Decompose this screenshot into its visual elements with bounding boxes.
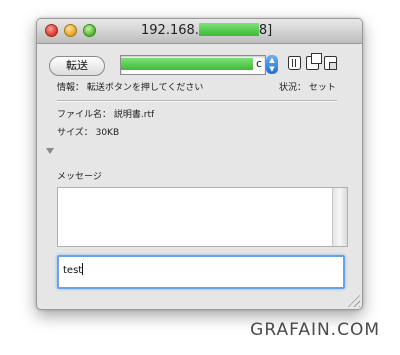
message-label: メッセージ [57,172,102,182]
close-button[interactable] [45,24,58,37]
file-size-row: サイズ： 30KB [57,125,119,138]
file-size-label: サイズ： [57,128,93,138]
window-title-tail: 8] [258,23,273,38]
status-label: 状況： [279,83,307,93]
disclosure-triangle-icon[interactable] [46,148,54,154]
info-row: 情報： 転送ボタンを押してください [57,80,203,93]
zoom-button[interactable] [83,24,96,37]
text-caret [82,263,84,275]
trash-icon[interactable] [288,56,301,70]
window-title: 192.168. 8] [141,23,272,38]
redaction-block [198,23,259,36]
address-field[interactable]: c [120,55,266,75]
copy-icon[interactable] [306,53,322,70]
file-name-label: ファイル名： [57,110,112,120]
watermark-logo: GRAFAIN.COM [250,320,380,340]
minimize-button[interactable] [64,24,77,37]
message-log-scrollbar[interactable] [332,188,347,246]
info-text: 転送ボタンを押してください [86,83,204,93]
info-label: 情報： [57,83,85,93]
message-log[interactable] [57,187,348,247]
file-name-row: ファイル名： 説明書.rtf [57,107,154,120]
title-bar[interactable]: 192.168. 8] [37,19,362,44]
send-button[interactable]: 転送 [49,56,105,76]
message-input-text: test [63,265,83,276]
message-input[interactable]: test [57,255,345,289]
status-value: セット [308,83,336,93]
chat-window: 192.168. 8] 転送 c ▲ ▼ 情報： 転送ボタンを押してください 状況：… [36,18,363,310]
resize-grip-icon[interactable] [346,293,360,307]
address-tail: c [255,57,262,70]
redaction-block [121,58,253,70]
window-title-text: 192.168. [141,23,199,38]
file-name-value: 説明書.rtf [113,110,155,120]
window-icon[interactable] [324,56,337,70]
address-stepper-icon[interactable]: ▲ ▼ [266,55,278,74]
divider [57,100,337,102]
file-size-value: 30KB [95,128,120,138]
status-row: 状況： セット [279,80,336,93]
